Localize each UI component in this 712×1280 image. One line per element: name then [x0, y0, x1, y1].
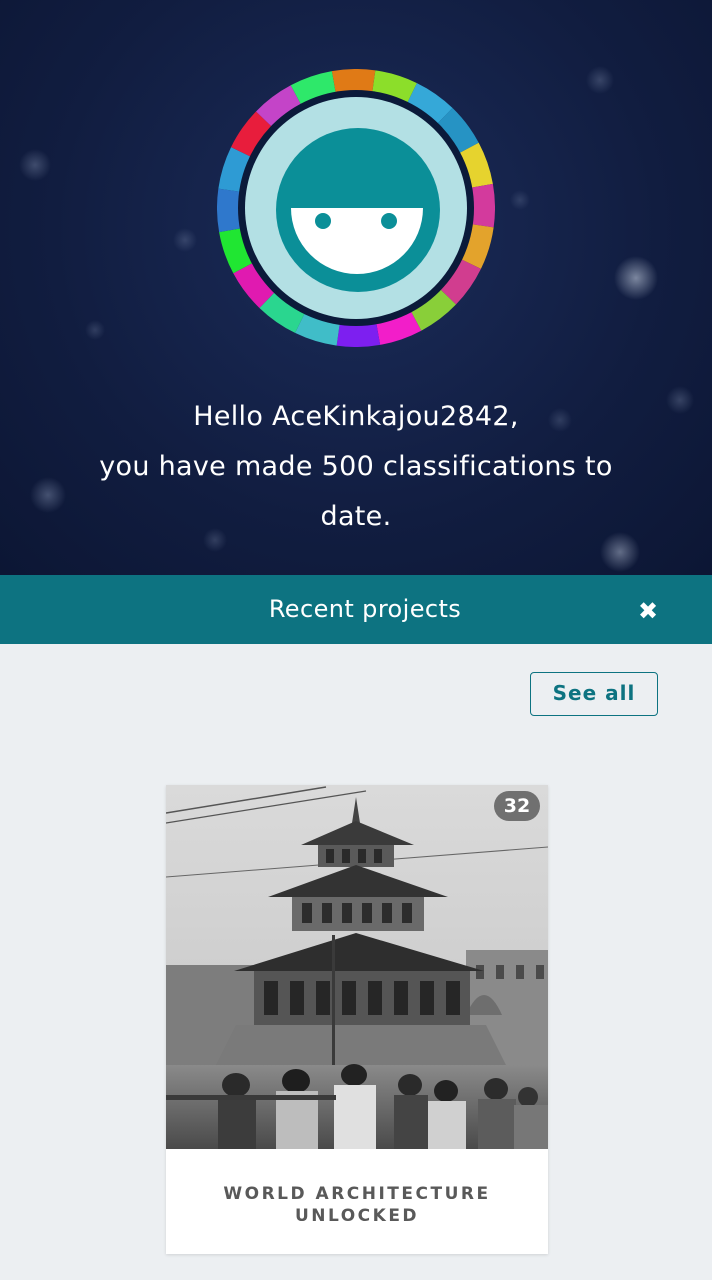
- project-photo: 32: [166, 785, 548, 1149]
- project-name-line-2: UNLOCKED: [294, 1206, 420, 1226]
- recent-projects-title: Recent projects: [268, 595, 462, 623]
- see-all-button[interactable]: See all: [530, 672, 658, 716]
- greeting-classifications-line: you have made 500 classifications to: [99, 451, 613, 482]
- recent-projects-header: Recent projects ✖: [0, 575, 712, 644]
- project-name-line-1: WORLD ARCHITECTURE: [223, 1184, 491, 1204]
- greeting-text: Hello AceKinkajou2842, you have made 500…: [0, 392, 712, 542]
- greeting-date-line: date.: [320, 501, 392, 532]
- greeting-username-line: Hello AceKinkajou2842,: [193, 401, 519, 432]
- user-avatar: [217, 69, 495, 347]
- classification-count-badge: 32: [494, 791, 540, 821]
- close-icon[interactable]: ✖: [630, 593, 666, 629]
- zooniverse-face-icon: [217, 69, 495, 347]
- project-name: WORLD ARCHITECTURE UNLOCKED: [166, 1183, 548, 1227]
- profile-hero: Hello AceKinkajou2842, you have made 500…: [0, 0, 712, 576]
- project-card[interactable]: 32 WORLD ARCHITECTURE UNLOCKED: [166, 785, 548, 1254]
